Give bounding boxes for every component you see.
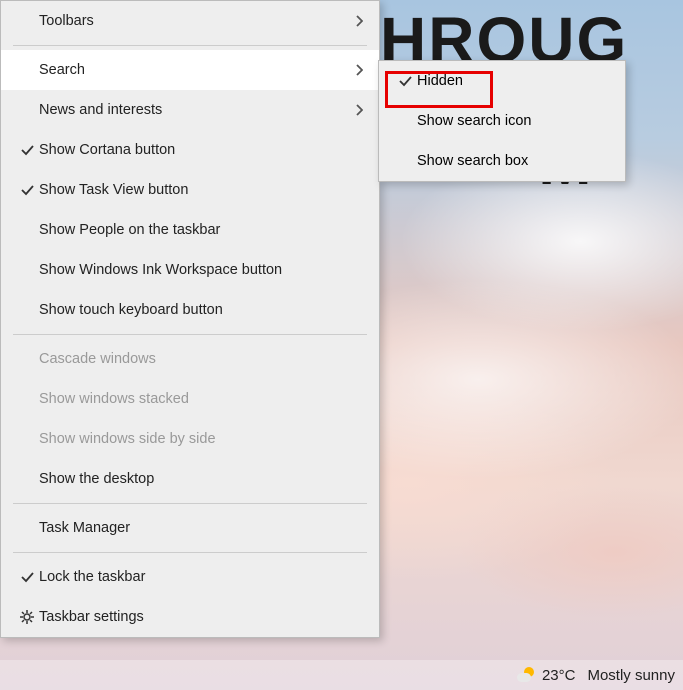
menu-divider (13, 503, 367, 504)
menu-item-task-manager[interactable]: Task Manager (1, 508, 379, 548)
menu-label: Task Manager (39, 520, 367, 536)
check-icon (15, 570, 39, 584)
menu-item-taskbar-settings[interactable]: Taskbar settings (1, 597, 379, 637)
menu-label: Hidden (417, 73, 613, 89)
menu-divider (13, 552, 367, 553)
taskbar-temperature: 23°C (542, 667, 576, 684)
taskbar-weather-condition: Mostly sunny (587, 667, 675, 684)
check-icon (15, 143, 39, 157)
menu-label: Cascade windows (39, 351, 367, 367)
menu-label: Show the desktop (39, 471, 367, 487)
menu-label: Show Task View button (39, 182, 367, 198)
menu-label: Search (39, 62, 351, 78)
search-submenu: Hidden Show search icon Show search box (378, 60, 626, 182)
menu-item-cortana[interactable]: Show Cortana button (1, 130, 379, 170)
menu-item-people[interactable]: Show People on the taskbar (1, 210, 379, 250)
menu-item-news-interests[interactable]: News and interests (1, 90, 379, 130)
chevron-right-icon (351, 104, 367, 116)
menu-item-ink-workspace[interactable]: Show Windows Ink Workspace button (1, 250, 379, 290)
menu-divider (13, 334, 367, 335)
menu-label: Toolbars (39, 13, 351, 29)
menu-item-toolbars[interactable]: Toolbars (1, 1, 379, 41)
menu-label: Show Cortana button (39, 142, 367, 158)
menu-item-search[interactable]: Search (1, 50, 379, 90)
menu-item-stacked: Show windows stacked (1, 379, 379, 419)
menu-item-cascade: Cascade windows (1, 339, 379, 379)
menu-label: Show People on the taskbar (39, 222, 367, 238)
menu-label: Show windows stacked (39, 391, 367, 407)
menu-label: Lock the taskbar (39, 569, 367, 585)
chevron-right-icon (351, 15, 367, 27)
menu-label: News and interests (39, 102, 351, 118)
submenu-item-hidden[interactable]: Hidden (379, 61, 625, 101)
menu-label: Show touch keyboard button (39, 302, 367, 318)
menu-item-touch-keyboard[interactable]: Show touch keyboard button (1, 290, 379, 330)
check-icon (393, 74, 417, 88)
menu-item-sidebyside: Show windows side by side (1, 419, 379, 459)
check-icon (15, 183, 39, 197)
weather-icon (516, 665, 536, 685)
taskbar-context-menu: Toolbars Search News and interests Show … (0, 0, 380, 638)
gear-icon (15, 609, 39, 625)
submenu-item-show-search-icon[interactable]: Show search icon (379, 101, 625, 141)
menu-item-show-desktop[interactable]: Show the desktop (1, 459, 379, 499)
chevron-right-icon (351, 64, 367, 76)
menu-label: Show search box (417, 153, 613, 169)
taskbar[interactable]: 23°C Mostly sunny (0, 660, 683, 690)
menu-label: Show Windows Ink Workspace button (39, 262, 367, 278)
menu-label: Show windows side by side (39, 431, 367, 447)
menu-item-taskview[interactable]: Show Task View button (1, 170, 379, 210)
menu-divider (13, 45, 367, 46)
menu-label: Show search icon (417, 113, 613, 129)
menu-item-lock-taskbar[interactable]: Lock the taskbar (1, 557, 379, 597)
menu-label: Taskbar settings (39, 609, 367, 625)
submenu-item-show-search-box[interactable]: Show search box (379, 141, 625, 181)
